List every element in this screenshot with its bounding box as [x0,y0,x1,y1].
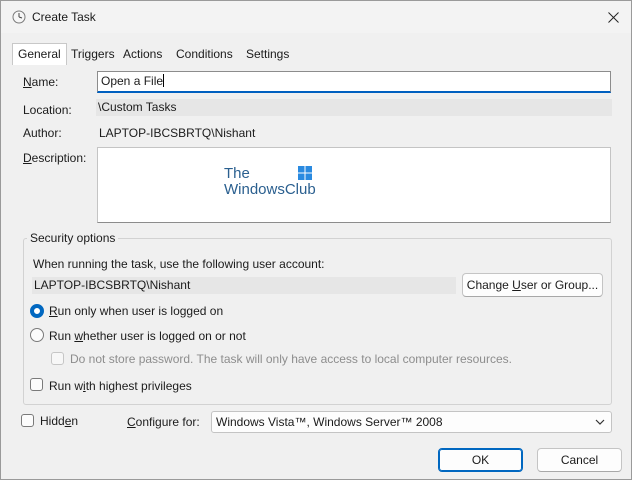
name-label: Name: [23,75,59,89]
account-field: LAPTOP-IBCSBRTQ\Nishant [32,277,456,294]
tab-triggers[interactable]: Triggers [67,45,119,64]
chevron-down-icon [595,419,605,425]
location-label: Location: [23,103,72,117]
radio-whether-logged-on-label[interactable]: Run whether user is logged on or not [49,329,246,343]
no-store-password-label: Do not store password. The task will onl… [70,352,512,366]
clock-icon [12,10,26,24]
tab-actions[interactable]: Actions [119,45,166,64]
close-button[interactable] [599,5,627,29]
description-textarea[interactable]: The WindowsClub [97,147,611,223]
highest-privileges-label[interactable]: Run with highest privileges [49,379,192,393]
radio-logged-on[interactable] [30,304,44,318]
tab-strip: General Triggers Actions Conditions Sett… [12,43,622,65]
no-store-password-checkbox[interactable] [51,352,64,365]
close-icon [607,11,619,23]
tab-general[interactable]: General [12,43,67,65]
highest-privileges-checkbox[interactable] [30,378,43,391]
watermark-line2: WindowsClub [224,181,316,198]
description-label: Description: [23,151,87,165]
hidden-checkbox[interactable] [21,414,34,427]
radio-logged-on-label[interactable]: Run only when user is logged on [49,304,223,318]
hidden-label[interactable]: Hidden [40,414,78,428]
location-value: \Custom Tasks [98,100,177,114]
windows-logo-icon [298,166,312,180]
radio-whether-logged-on[interactable] [30,328,44,342]
change-user-button[interactable]: Change User or Group... [462,273,603,297]
configure-for-select[interactable]: Windows Vista™, Windows Server™ 2008 [211,411,612,433]
account-prompt: When running the task, use the following… [33,257,325,271]
security-options-title: Security options [27,231,119,245]
location-field: \Custom Tasks [96,99,612,116]
ok-button[interactable]: OK [438,448,523,472]
author-value: LAPTOP-IBCSBRTQ\Nishant [99,126,256,140]
title-bar: Create Task [1,1,631,33]
account-value: LAPTOP-IBCSBRTQ\Nishant [34,278,191,292]
name-value: Open a File [101,74,164,88]
configure-for-value: Windows Vista™, Windows Server™ 2008 [216,415,443,429]
window-title: Create Task [32,10,96,24]
tab-settings[interactable]: Settings [242,45,293,64]
create-task-dialog: Create Task General Triggers Actions Con… [0,0,632,480]
cancel-button[interactable]: Cancel [537,448,622,472]
author-label: Author: [23,126,62,140]
tab-conditions[interactable]: Conditions [172,45,237,64]
name-input[interactable]: Open a File [97,71,611,93]
configure-label: Configure for: [127,415,200,429]
